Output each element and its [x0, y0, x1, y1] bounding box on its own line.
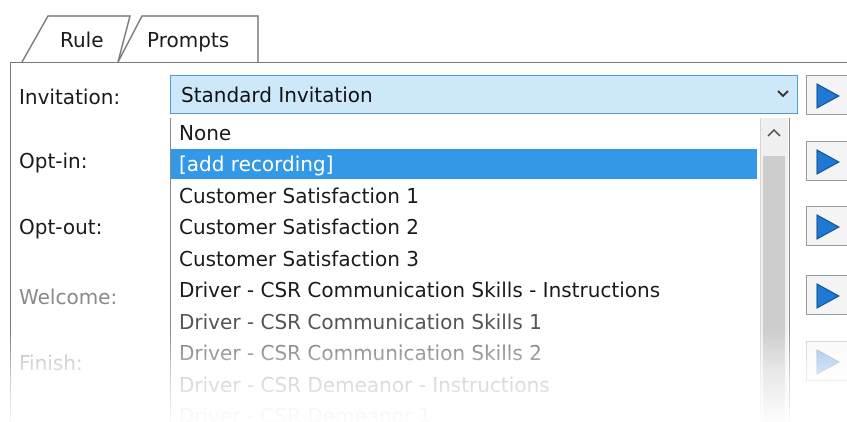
play-opt-out-button[interactable]: [806, 206, 847, 246]
play-welcome-button[interactable]: [806, 275, 847, 315]
play-icon: [816, 214, 841, 240]
play-icon: [816, 83, 841, 109]
chevron-down-icon[interactable]: [777, 89, 789, 99]
list-item[interactable]: Customer Satisfaction 2: [171, 212, 757, 242]
opt-out-label: Opt-out:: [19, 215, 103, 239]
invitation-label: Invitation:: [19, 85, 121, 109]
play-icon: [816, 149, 841, 175]
prompts-panel-window: Rule Prompts Invitation: Opt-in: Opt-out…: [0, 0, 847, 422]
play-icon: [816, 349, 841, 375]
list-item[interactable]: Driver - CSR Communication Skills 1: [171, 307, 757, 337]
invitation-dropdown-list[interactable]: None [add recording] Customer Satisfacti…: [170, 118, 790, 422]
tab-prompts[interactable]: Prompts: [147, 28, 229, 52]
list-item[interactable]: Driver - CSR Demeanor - Instructions: [171, 370, 757, 400]
play-opt-in-button[interactable]: [806, 141, 847, 181]
tab-rule[interactable]: Rule: [60, 28, 104, 52]
finish-label: Finish:: [19, 351, 83, 375]
scrollbar-thumb[interactable]: [763, 156, 785, 422]
play-finish-button[interactable]: [806, 341, 847, 381]
list-item[interactable]: Driver - CSR Communication Skills 2: [171, 338, 757, 368]
tab-strip: Rule Prompts: [0, 0, 847, 66]
list-item[interactable]: Driver - CSR Communication Skills - Inst…: [171, 275, 757, 305]
list-item[interactable]: Customer Satisfaction 1: [171, 181, 757, 211]
welcome-label: Welcome:: [19, 285, 118, 309]
play-invitation-button[interactable]: [806, 75, 847, 115]
list-item[interactable]: Driver - CSR Demeanor 1: [171, 401, 757, 422]
list-item[interactable]: None: [171, 118, 757, 148]
chevron-up-icon[interactable]: [767, 128, 781, 138]
combobox-value: Standard Invitation: [181, 83, 373, 107]
play-icon: [816, 283, 841, 309]
tab-outline: [21, 15, 259, 63]
list-item[interactable]: Customer Satisfaction 3: [171, 244, 757, 274]
opt-in-label: Opt-in:: [19, 149, 88, 173]
invitation-combobox[interactable]: Standard Invitation: [170, 75, 798, 114]
list-item-selected[interactable]: [add recording]: [171, 149, 757, 179]
